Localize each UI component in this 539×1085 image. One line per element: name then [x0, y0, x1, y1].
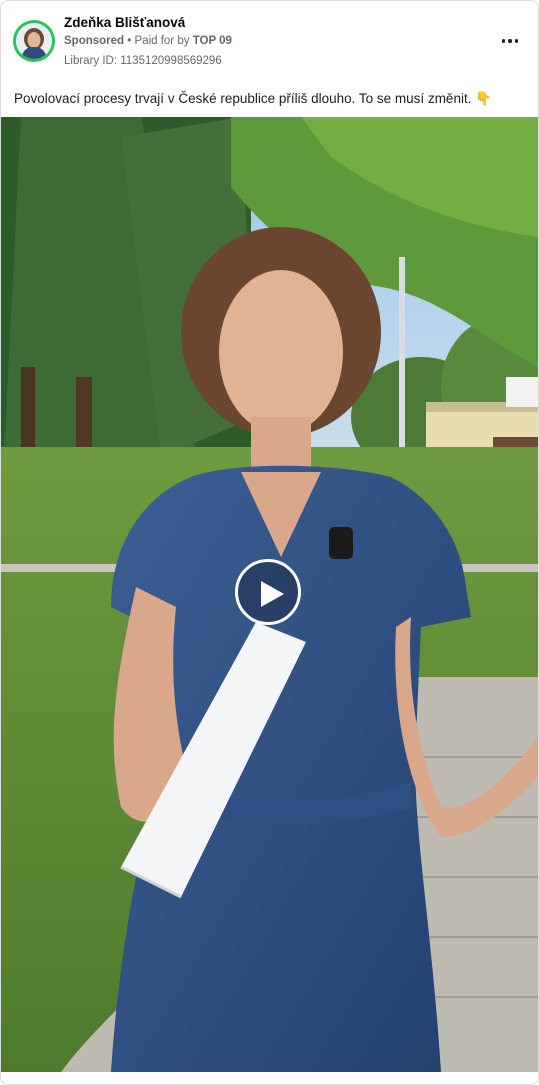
- sponsored-label: Sponsored: [64, 35, 125, 47]
- video-player[interactable]: [1, 117, 538, 1072]
- advertiser-name[interactable]: Zdeňka Blišťanová: [64, 15, 185, 30]
- play-button[interactable]: [235, 559, 301, 625]
- meta-separator: •: [127, 35, 132, 47]
- more-horizontal-icon[interactable]: [496, 31, 524, 51]
- paid-for-by: TOP 09: [192, 35, 232, 47]
- library-id: Library ID: 1135120998569296: [64, 55, 222, 67]
- ad-card: Zdeňka Blišťanová Sponsored • Paid for b…: [0, 0, 539, 1085]
- ad-header: Zdeňka Blišťanová Sponsored • Paid for b…: [1, 1, 538, 83]
- paid-for-prefix: Paid for by: [134, 35, 190, 47]
- sponsorship-line: Sponsored • Paid for by TOP 09: [64, 35, 232, 47]
- play-icon: [261, 581, 284, 607]
- ad-caption: Povolovací procesy trvají v České republ…: [14, 91, 493, 106]
- avatar-photo: [16, 23, 52, 59]
- avatar[interactable]: [13, 20, 55, 62]
